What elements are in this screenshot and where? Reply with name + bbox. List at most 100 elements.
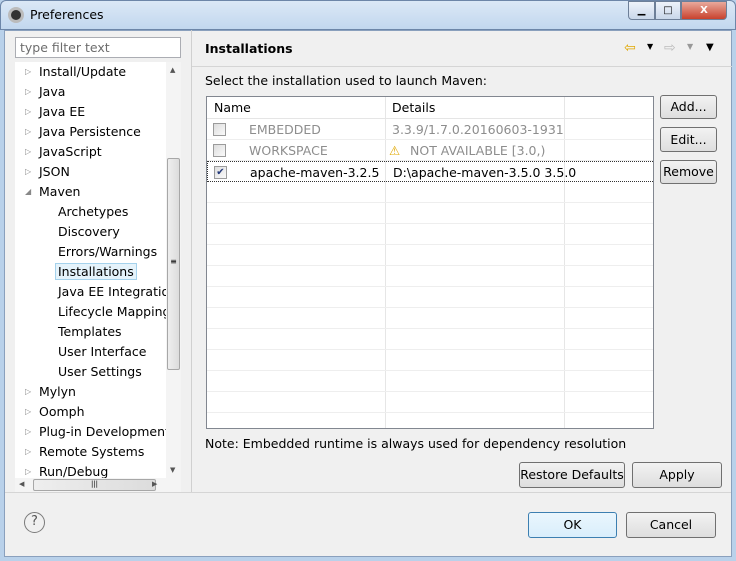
row-checkbox[interactable]: [213, 144, 226, 157]
tree-vertical-scrollbar[interactable]: ▲ ≡ ▼: [166, 62, 181, 478]
row-name: WORKSPACE: [249, 143, 328, 158]
tree-item-label: Lifecycle Mapping: [58, 304, 171, 319]
tree-item[interactable]: User Interface: [58, 342, 146, 362]
tree-item[interactable]: Templates: [58, 322, 122, 342]
table-row[interactable]: [207, 413, 653, 428]
tree-item[interactable]: Lifecycle Mapping: [58, 302, 170, 322]
tree-item-label: Java Persistence: [39, 124, 141, 139]
row-details: D:\apache-maven-3.5.0 3.5.0: [393, 165, 577, 180]
close-button[interactable]: X: [681, 1, 727, 20]
instruction-label: Select the installation used to launch M…: [205, 73, 487, 88]
tree-item[interactable]: ▷ Oomph: [25, 402, 85, 422]
tree-item[interactable]: ▷ Mylyn: [25, 382, 76, 402]
footer-separator: [5, 492, 731, 493]
collapsed-arrow-icon[interactable]: ▷: [25, 442, 31, 462]
row-checkbox[interactable]: [213, 123, 226, 136]
tree-item-label: Archetypes: [58, 204, 129, 219]
tree-item-label: JavaScript: [39, 144, 102, 159]
table-row[interactable]: [207, 203, 653, 224]
sash-divider[interactable]: [191, 30, 192, 492]
collapsed-arrow-icon[interactable]: ▷: [25, 162, 31, 182]
collapsed-arrow-icon[interactable]: ▷: [25, 402, 31, 422]
table-row[interactable]: [207, 224, 653, 245]
tree-item[interactable]: ▷ Remote Systems: [25, 442, 144, 462]
table-row[interactable]: EMBEDDED 3.3.9/1.7.0.20160603-1931: [207, 119, 653, 140]
tree-item[interactable]: User Settings: [58, 362, 142, 382]
table-row[interactable]: [207, 266, 653, 287]
collapsed-arrow-icon[interactable]: ▷: [25, 422, 31, 442]
view-menu-icon[interactable]: ▼: [706, 42, 714, 53]
tree-item[interactable]: ◢ Maven: [25, 182, 80, 202]
table-row[interactable]: [207, 287, 653, 308]
tree-item-label: Mylyn: [39, 384, 76, 399]
tree-horizontal-scrollbar[interactable]: ◀ ||| ▶: [15, 478, 181, 492]
collapsed-arrow-icon[interactable]: ▷: [25, 102, 31, 122]
tree-item-label: Install/Update: [39, 64, 127, 79]
maximize-button[interactable]: □: [655, 1, 681, 20]
tree-item[interactable]: Installations: [55, 262, 137, 282]
collapsed-arrow-icon[interactable]: ▷: [25, 62, 31, 82]
tree-item[interactable]: ▷ Java: [25, 82, 66, 102]
table-row[interactable]: [207, 245, 653, 266]
table-row[interactable]: ✔ apache-maven-3.2.5 D:\apache-maven-3.5.0…: [207, 161, 653, 182]
minimize-button[interactable]: ▁: [628, 1, 655, 20]
column-header-name[interactable]: Name: [214, 100, 251, 115]
scroll-thumb[interactable]: |||: [33, 479, 156, 491]
tree-item[interactable]: Archetypes: [58, 202, 128, 222]
apply-button[interactable]: Apply: [632, 462, 722, 488]
table-row[interactable]: [207, 392, 653, 413]
tree-item[interactable]: ▷ Java Persistence: [25, 122, 141, 142]
tree-item[interactable]: Discovery: [58, 222, 120, 242]
remove-button[interactable]: Remove: [660, 160, 717, 184]
header-separator: [192, 66, 732, 67]
tree-item[interactable]: ▷ JSON: [25, 162, 70, 182]
row-checkbox[interactable]: ✔: [214, 166, 227, 179]
tree-item[interactable]: ▷ Java EE: [25, 102, 85, 122]
tree-item-label: Oomph: [39, 404, 85, 419]
tree-item-label: Plug-in Development: [39, 424, 170, 439]
tree-item[interactable]: ▷ Install/Update: [25, 62, 127, 82]
scroll-thumb[interactable]: ≡: [167, 158, 180, 370]
forward-arrow-icon[interactable]: ⇨: [664, 40, 676, 56]
collapsed-arrow-icon[interactable]: ▷: [25, 382, 31, 402]
column-header-details[interactable]: Details: [392, 100, 435, 115]
ok-button[interactable]: OK: [528, 512, 617, 538]
tree-item-label: User Interface: [58, 344, 147, 359]
table-row[interactable]: [207, 182, 653, 203]
app-icon: [8, 7, 24, 23]
note-label: Note: Embedded runtime is always used fo…: [205, 436, 627, 451]
back-dropdown-icon[interactable]: ▼: [647, 42, 653, 51]
collapsed-arrow-icon[interactable]: ▷: [25, 82, 31, 102]
tree-item-label: Installations: [55, 263, 137, 280]
add-button[interactable]: Add...: [660, 95, 717, 119]
window-title: Preferences: [30, 7, 104, 22]
tree-item-label: Java: [39, 84, 66, 99]
title-bar: [0, 0, 736, 30]
tree-item-label: Errors/Warnings: [58, 244, 158, 259]
table-row[interactable]: [207, 350, 653, 371]
tree-item[interactable]: ▷ JavaScript: [25, 142, 102, 162]
row-name: apache-maven-3.2.5: [250, 165, 380, 180]
back-arrow-icon[interactable]: ⇦: [624, 40, 636, 56]
tree-item-label: Templates: [58, 324, 122, 339]
cancel-button[interactable]: Cancel: [626, 512, 716, 538]
tree-item-label: JSON: [39, 164, 70, 179]
restore-defaults-button[interactable]: Restore Defaults: [519, 462, 625, 488]
page-title: Installations: [205, 41, 293, 56]
filter-input[interactable]: type filter text: [15, 37, 181, 58]
table-row[interactable]: WORKSPACE ⚠ NOT AVAILABLE [3.0,): [207, 140, 653, 161]
edit-button[interactable]: Edit...: [660, 127, 717, 152]
tree-item[interactable]: Java EE Integration: [58, 282, 177, 302]
collapsed-arrow-icon[interactable]: ▷: [25, 122, 31, 142]
tree-item[interactable]: ▷ Plug-in Development: [25, 422, 170, 442]
tree-item[interactable]: Errors/Warnings: [58, 242, 157, 262]
table-row[interactable]: [207, 329, 653, 350]
expanded-arrow-icon[interactable]: ◢: [25, 182, 31, 202]
tree-item-label: Run/Debug: [39, 464, 109, 479]
collapsed-arrow-icon[interactable]: ▷: [25, 142, 31, 162]
table-row[interactable]: [207, 371, 653, 392]
row-details: NOT AVAILABLE [3.0,): [410, 143, 546, 158]
forward-dropdown-icon[interactable]: ▼: [687, 42, 693, 51]
table-row[interactable]: [207, 308, 653, 329]
help-icon[interactable]: ?: [24, 512, 45, 533]
